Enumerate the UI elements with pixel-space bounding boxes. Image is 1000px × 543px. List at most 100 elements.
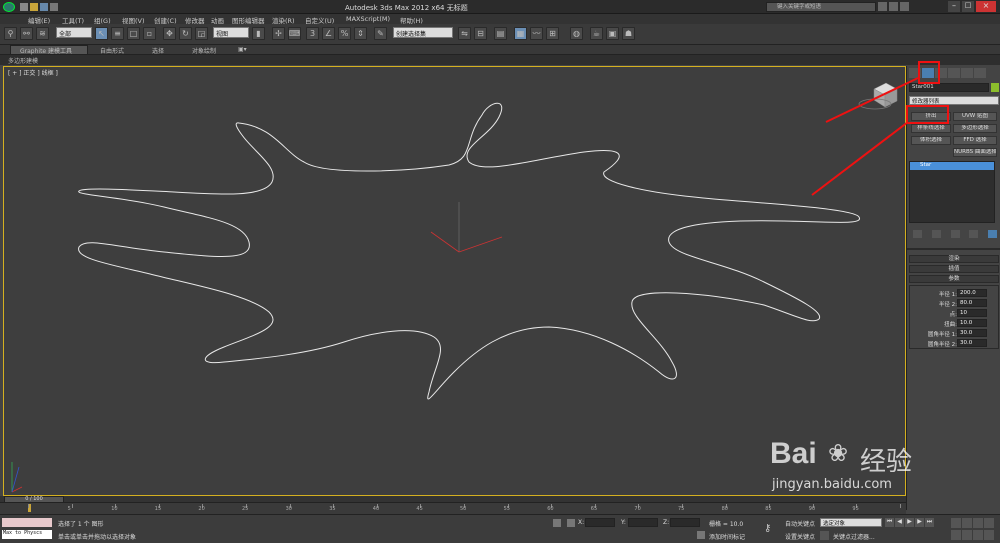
- mini-listener-pink[interactable]: [2, 518, 52, 527]
- fillet1-spinner[interactable]: 30.0: [957, 329, 987, 337]
- key-icon[interactable]: ⚷: [764, 523, 771, 534]
- snap-toggle-icon[interactable]: 3: [306, 27, 319, 40]
- viewport-front[interactable]: [ + ] 正交 ] 线框 ]: [3, 66, 906, 496]
- menu-maxscript[interactable]: MAXScript(M): [346, 15, 390, 23]
- prev-frame-icon[interactable]: ◀: [895, 518, 904, 527]
- points-spinner[interactable]: 10: [957, 309, 987, 317]
- zoom-extents-all-icon[interactable]: [984, 518, 994, 528]
- poly-select-button[interactable]: 多边形选择: [953, 124, 997, 133]
- add-time-tag[interactable]: 添加时间标记: [709, 532, 745, 541]
- nurbs-select-button[interactable]: NURBS 曲面选择: [953, 148, 997, 157]
- time-slider-track[interactable]: [0, 496, 906, 503]
- configure-sets-icon[interactable]: [988, 230, 997, 238]
- open-file-icon[interactable]: [30, 3, 38, 11]
- select-object-icon[interactable]: ↖: [95, 27, 108, 40]
- pan-icon[interactable]: [962, 529, 972, 540]
- angle-snap-icon[interactable]: ∠: [322, 27, 335, 40]
- mirror-icon[interactable]: ⇋: [458, 27, 471, 40]
- uvw-map-button[interactable]: UVW 贴图: [953, 112, 997, 121]
- scale-icon[interactable]: ◲: [195, 27, 208, 40]
- spinner-snap-icon[interactable]: ⇕: [354, 27, 367, 40]
- window-crossing-icon[interactable]: ▫: [143, 27, 156, 40]
- unlink-icon[interactable]: ⚯: [20, 27, 33, 40]
- next-frame-icon[interactable]: ▶: [915, 518, 924, 527]
- tab-object-paint[interactable]: 对象绘制: [192, 46, 216, 55]
- binoculars-icon[interactable]: [878, 2, 887, 11]
- new-file-icon[interactable]: [20, 3, 28, 11]
- move-icon[interactable]: ✥: [163, 27, 176, 40]
- time-tag-icon[interactable]: [697, 531, 705, 539]
- render-production-icon[interactable]: ☗: [622, 27, 635, 40]
- motion-tab-icon[interactable]: [948, 68, 960, 78]
- go-start-icon[interactable]: ⏮: [885, 518, 894, 527]
- rollout-parameters[interactable]: 参数: [909, 275, 999, 283]
- show-end-result-icon[interactable]: [931, 230, 941, 238]
- make-unique-icon[interactable]: [950, 230, 960, 238]
- select-by-name-icon[interactable]: ≡: [111, 27, 124, 40]
- z-coord-field[interactable]: [670, 518, 700, 527]
- minimize-button[interactable]: –: [948, 1, 960, 12]
- rollout-interpolation[interactable]: 插值: [909, 265, 999, 273]
- set-key-button[interactable]: 设置关键点: [785, 532, 815, 541]
- search-input[interactable]: 键入关键字或短语: [766, 2, 876, 12]
- timeline[interactable]: 0 / 100 5 10 15 20 25 30 35 40 45 50 55 60 65 70 75 80 8…: [0, 496, 906, 514]
- bind-spacewarp-icon[interactable]: ≋: [36, 27, 49, 40]
- keyboard-shortcut-icon[interactable]: ⌨: [288, 27, 301, 40]
- align-icon[interactable]: ⊟: [474, 27, 487, 40]
- ffd-select-button[interactable]: FFD 选择: [953, 136, 997, 145]
- radius1-spinner[interactable]: 200.0: [957, 289, 987, 297]
- absolute-mode-icon[interactable]: [567, 519, 575, 527]
- tab-selection[interactable]: 选择: [152, 46, 164, 55]
- manipulate-icon[interactable]: ✢: [272, 27, 285, 40]
- schematic-view-icon[interactable]: ⊞: [546, 27, 559, 40]
- app-logo-icon[interactable]: [3, 2, 15, 12]
- go-end-icon[interactable]: ⏭: [925, 518, 934, 527]
- close-button[interactable]: ×: [976, 1, 996, 12]
- help-icon[interactable]: [900, 2, 909, 11]
- object-color-swatch[interactable]: [991, 83, 999, 92]
- tab-freeform[interactable]: 自由形式: [100, 46, 124, 55]
- utilities-tab-icon[interactable]: [974, 68, 986, 78]
- render-setup-icon[interactable]: ☕: [590, 27, 603, 40]
- maximize-button[interactable]: □: [962, 1, 974, 12]
- time-slider-handle[interactable]: 0 / 100: [4, 496, 64, 503]
- graphite-toggle-icon[interactable]: ▦: [514, 27, 527, 40]
- pivot-center-icon[interactable]: ▮: [252, 27, 265, 40]
- rollout-rendering[interactable]: 渲染: [909, 255, 999, 263]
- key-filters-button[interactable]: 关键点过滤器...: [833, 532, 875, 541]
- x-coord-field[interactable]: [585, 518, 615, 527]
- maximize-viewport-icon[interactable]: [984, 529, 994, 540]
- polygon-modeling-label[interactable]: 多边形建模: [8, 56, 38, 65]
- named-selection-dropdown[interactable]: 创建选择集: [393, 27, 453, 38]
- display-tab-icon[interactable]: [961, 68, 973, 78]
- link-icon[interactable]: ⚲: [4, 27, 17, 40]
- rect-selection-icon[interactable]: □: [127, 27, 140, 40]
- distortion-spinner[interactable]: 10.0: [957, 319, 987, 327]
- play-icon[interactable]: ▶: [905, 518, 914, 527]
- zoom-extents-icon[interactable]: [973, 518, 983, 528]
- undo-icon[interactable]: [50, 3, 58, 11]
- key-curve-icon[interactable]: [820, 531, 829, 540]
- key-mode-dropdown[interactable]: 选定对象: [820, 518, 882, 527]
- y-coord-field[interactable]: [628, 518, 658, 527]
- radius2-spinner[interactable]: 80.0: [957, 299, 987, 307]
- orbit-icon[interactable]: [973, 529, 983, 540]
- pin-stack-icon[interactable]: [913, 230, 922, 238]
- material-editor-icon[interactable]: ◍: [570, 27, 583, 40]
- edit-named-sel-icon[interactable]: ✎: [374, 27, 387, 40]
- field-of-view-icon[interactable]: [951, 529, 961, 540]
- rendered-frame-icon[interactable]: ▣: [606, 27, 619, 40]
- ribbon-options-icon[interactable]: ▣▾: [238, 46, 247, 53]
- script-listener-input[interactable]: Max to Physcs: [2, 530, 52, 539]
- zoom-all-icon[interactable]: [962, 518, 972, 528]
- percent-snap-icon[interactable]: %: [338, 27, 351, 40]
- ref-coord-dropdown[interactable]: 视图: [213, 27, 249, 38]
- save-icon[interactable]: [40, 3, 48, 11]
- selection-filter-dropdown[interactable]: 全部: [56, 27, 92, 38]
- fillet2-spinner[interactable]: 30.0: [957, 339, 987, 347]
- star-icon[interactable]: [889, 2, 898, 11]
- remove-modifier-icon[interactable]: [969, 230, 979, 238]
- curve-editor-icon[interactable]: 〰: [530, 27, 543, 40]
- auto-key-button[interactable]: 自动关键点: [785, 519, 815, 528]
- rotate-icon[interactable]: ↻: [179, 27, 192, 40]
